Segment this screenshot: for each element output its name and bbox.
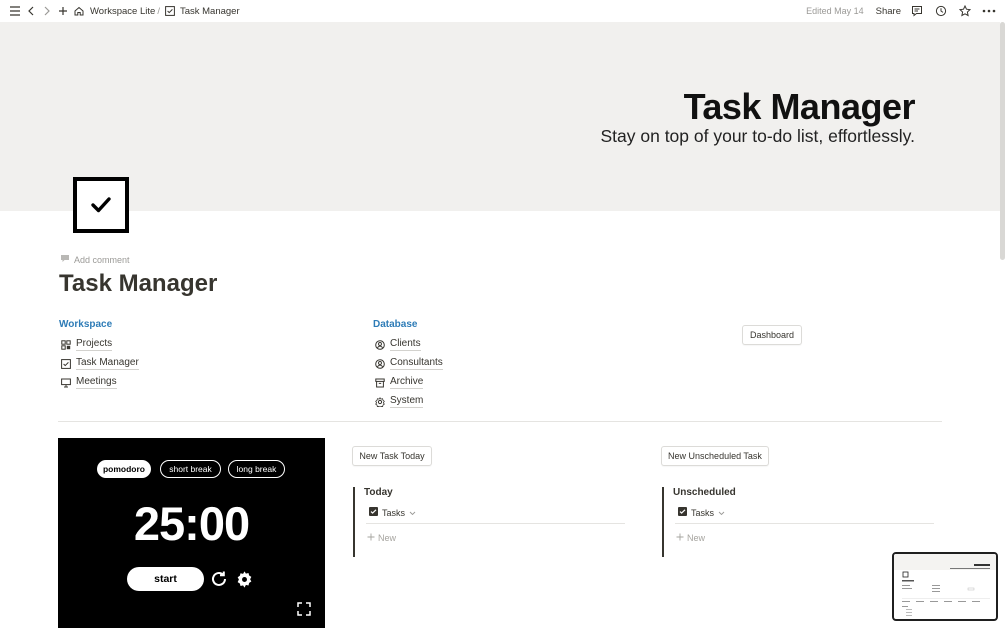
today-title: Today [364,487,393,498]
projects-icon [60,339,71,350]
settings-gear-icon[interactable] [234,569,254,589]
unscheduled-tasks-view-tab[interactable]: Tasks [678,507,725,518]
fullscreen-icon[interactable] [296,601,312,617]
unscheduled-title: Unscheduled [673,487,736,498]
person-circle-icon [374,358,385,369]
page-title: Task Manager [59,270,218,297]
unscheduled-block: Unscheduled Tasks New [662,487,934,557]
dashboard-button[interactable]: Dashboard [742,325,802,345]
gear-icon [374,396,385,407]
nav-item-label: Task Manager [76,357,139,370]
chevron-down-icon [718,508,725,518]
view-underline [366,523,625,524]
new-unscheduled-task-button[interactable]: New Unscheduled Task [661,446,769,466]
view-underline [675,523,934,524]
topbar: Workspace Lite / Task Manager Edited May… [0,0,1005,22]
breadcrumb-page[interactable]: Task Manager [180,6,240,17]
divider [58,421,942,422]
nav-item-projects[interactable]: Projects [60,338,113,351]
star-icon[interactable] [957,3,973,19]
more-icon[interactable] [981,3,997,19]
history-icon[interactable] [933,3,949,19]
add-comment-label: Add comment [74,254,130,265]
nav-item-label: Consultants [390,357,443,370]
new-label: New [378,533,397,543]
nav-item-label: System [390,395,424,408]
new-task-today-button[interactable]: New Task Today [352,446,432,466]
forward-icon[interactable] [39,3,55,19]
share-button[interactable]: Share [876,6,901,17]
workspace-heading: Workspace [59,319,113,330]
nav-item-label: Archive [390,376,424,389]
today-block: Today Tasks New [353,487,625,557]
page-preview-thumbnail[interactable] [892,552,998,621]
person-circle-icon [374,339,385,350]
mode-pomodoro-button[interactable]: pomodoro [97,460,151,478]
mode-short-break-button[interactable]: short break [160,460,221,478]
checkbox-checked-icon [369,507,378,518]
unscheduled-new-row[interactable]: New [676,533,705,543]
checkbox-icon [60,358,71,369]
menu-icon[interactable] [7,3,23,19]
nav-item-clients[interactable]: Clients [374,338,421,351]
comment-icon[interactable] [909,3,925,19]
today-new-row[interactable]: New [367,533,396,543]
view-label: Tasks [382,507,406,518]
cover-title: Task Manager [683,86,916,127]
start-button[interactable]: start [127,567,204,591]
plus-icon [367,533,375,543]
nav-item-archive[interactable]: Archive [374,376,424,389]
home-icon [71,3,87,19]
pomodoro-widget: pomodoro short break long break 25:00 st… [58,438,325,628]
mode-long-break-button[interactable]: long break [228,460,285,478]
cover-banner: Task Manager Stay on top of your to-do l… [0,22,1000,211]
nav-item-meetings[interactable]: Meetings [60,376,117,389]
back-icon[interactable] [23,3,39,19]
nav-item-label: Clients [390,338,421,351]
edited-timestamp: Edited May 14 [806,6,864,16]
nav-item-consultants[interactable]: Consultants [374,357,443,370]
presentation-icon [60,377,71,388]
chevron-down-icon [409,508,416,518]
reset-icon[interactable] [209,569,229,589]
nav-item-label: Meetings [76,376,117,389]
breadcrumb-workspace[interactable]: Workspace Lite [90,6,155,17]
timer-display: 25:00 [133,497,250,550]
nav-item-label: Projects [76,338,113,351]
checkbox-checked-icon [678,507,687,518]
archive-icon [374,377,385,388]
view-label: Tasks [691,507,715,518]
checkbox-icon [164,3,176,19]
add-comment-button[interactable]: Add comment [60,254,130,265]
page-checkbox-icon[interactable] [73,177,129,233]
plus-icon[interactable] [55,3,71,19]
scrollbar[interactable] [1000,22,1005,260]
database-heading: Database [373,319,418,330]
today-tasks-view-tab[interactable]: Tasks [369,507,416,518]
nav-item-task-manager[interactable]: Task Manager [60,357,139,370]
breadcrumb-separator: / [157,5,160,17]
cover-subtitle: Stay on top of your to-do list, effortle… [600,126,915,146]
new-label: New [687,533,706,543]
nav-item-system[interactable]: System [374,395,424,408]
comment-icon [60,254,70,265]
plus-icon [676,533,684,543]
